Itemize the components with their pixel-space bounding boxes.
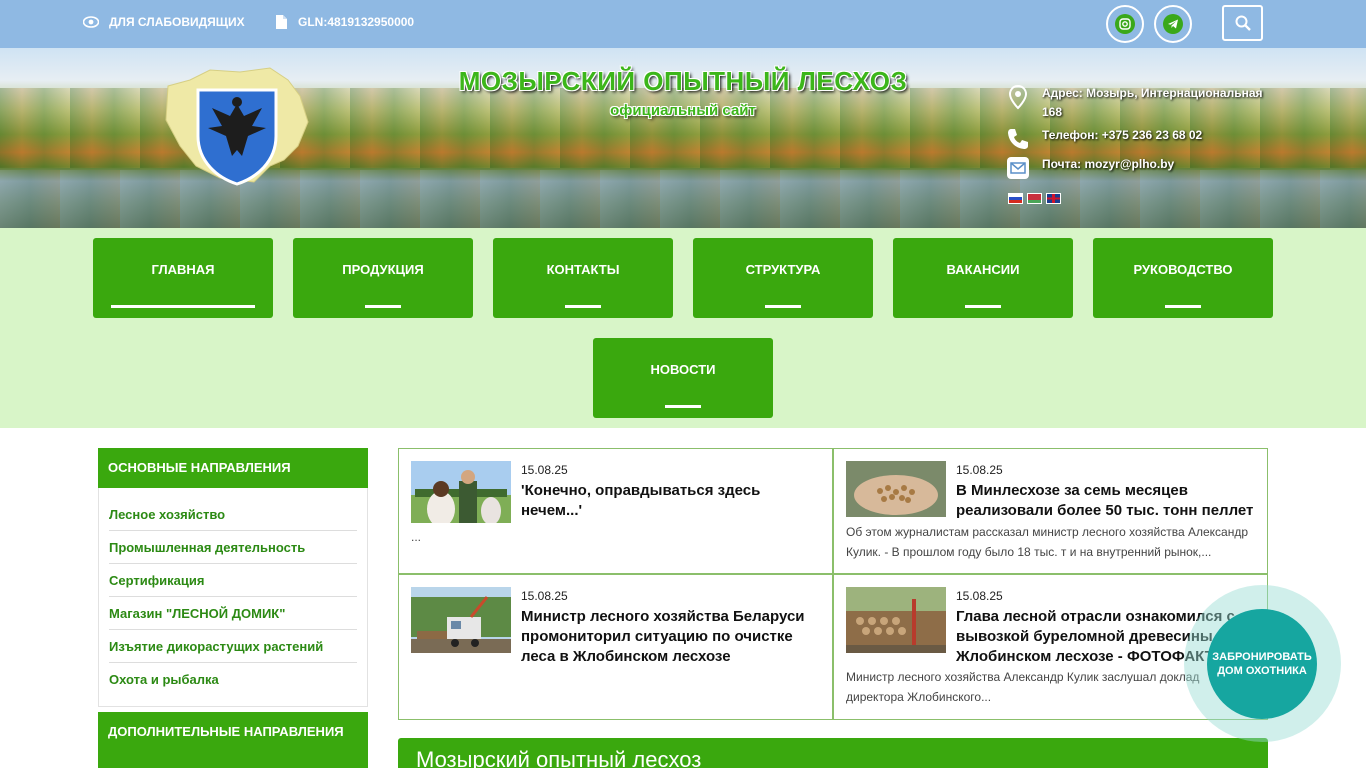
news-photo[interactable]	[411, 461, 511, 523]
accessibility-label: ДЛЯ СЛАБОВИДЯЩИХ	[109, 15, 245, 29]
news-date: 15.08.25	[956, 589, 1003, 603]
section-header: Мозырский опытный лесхоз	[398, 738, 1268, 768]
news-date: 15.08.25	[521, 589, 568, 603]
nav-item-products[interactable]: ПРОДУКЦИЯ	[293, 238, 473, 318]
nav-underline	[765, 305, 801, 308]
news-title[interactable]: Министр лесного хозяйства Беларуси промо…	[521, 607, 821, 667]
search-icon	[1235, 15, 1251, 31]
nav-item-contacts[interactable]: КОНТАКТЫ	[493, 238, 673, 318]
news-date: 15.08.25	[956, 463, 1003, 477]
news-date: 15.08.25	[521, 463, 568, 477]
nav-underline	[565, 305, 601, 308]
phone-text[interactable]: Телефон: +375 236 23 68 02	[1042, 126, 1264, 145]
top-bar: ДЛЯ СЛАБОВИДЯЩИХ GLN:4819132950000	[0, 0, 1366, 48]
nav-underline	[365, 305, 401, 308]
booking-label: ЗАБРОНИРОВАТЬ ДОМ ОХОТНИКА	[1212, 651, 1312, 677]
phone-icon	[1008, 129, 1028, 149]
sidebar-item-hunting-fishing[interactable]: Охота и рыбалка	[109, 663, 357, 696]
nav-active-underline	[111, 305, 255, 308]
location-pin-icon	[1008, 84, 1028, 110]
nav-item-management[interactable]: РУКОВОДСТВО	[1093, 238, 1273, 318]
nav-underline	[665, 405, 701, 408]
sidebar-main-list: Лесное хозяйство Промышленная деятельнос…	[98, 488, 368, 707]
flag-ru-icon[interactable]	[1008, 193, 1023, 204]
flag-en-icon[interactable]	[1046, 193, 1061, 204]
sidebar-item-forestry[interactable]: Лесное хозяйство	[109, 498, 357, 531]
section-title: Мозырский опытный лесхоз	[416, 747, 702, 768]
news-card[interactable]: 15.08.25 'Конечно, оправдываться здесь н…	[398, 448, 833, 574]
instagram-icon	[1115, 14, 1135, 34]
mail-icon	[1007, 157, 1029, 179]
news-photo[interactable]	[411, 587, 511, 653]
accessibility-link[interactable]: ДЛЯ СЛАБОВИДЯЩИХ	[83, 0, 245, 44]
email-text[interactable]: Почта: mozyr@plho.by	[1042, 155, 1264, 174]
nav-item-main[interactable]: ГЛАВНАЯ	[93, 238, 273, 318]
telegram-link[interactable]	[1154, 5, 1192, 43]
sidebar-main-heading: ОСНОВНЫЕ НАПРАВЛЕНИЯ	[98, 448, 368, 488]
nav-underline	[965, 305, 1001, 308]
document-icon	[276, 15, 287, 29]
sidebar-extra-heading: ДОПОЛНИТЕЛЬНЫЕ НАПРАВЛЕНИЯ	[98, 712, 368, 768]
address-text: Адрес: Мозырь, Интернациональная 168	[1042, 86, 1263, 119]
sidebar-item-certification[interactable]: Сертификация	[109, 564, 357, 597]
sidebar-item-wild-plants[interactable]: Изъятие дикорастущих растений	[109, 630, 357, 663]
telegram-icon	[1163, 14, 1183, 34]
news-card[interactable]: 15.08.25 Министр лесного хозяйства Белар…	[398, 574, 833, 720]
news-photo[interactable]	[846, 461, 946, 517]
site-subtitle: официальный сайт	[610, 102, 756, 119]
instagram-link[interactable]	[1106, 5, 1144, 43]
language-switcher	[1008, 193, 1061, 204]
search-button[interactable]	[1222, 5, 1263, 41]
book-hunters-house-button[interactable]: ЗАБРОНИРОВАТЬ ДОМ ОХОТНИКА	[1207, 609, 1317, 719]
news-excerpt: ...	[411, 530, 422, 544]
flag-be-icon[interactable]	[1027, 193, 1042, 204]
sidebar-item-shop[interactable]: Магазин "ЛЕСНОЙ ДОМИК"	[109, 597, 357, 630]
sidebar-item-industry[interactable]: Промышленная деятельность	[109, 531, 357, 564]
news-card[interactable]: 15.08.25 В Минлесхозе за семь месяцев ре…	[833, 448, 1268, 574]
news-title[interactable]: В Минлесхозе за семь месяцев реализовали…	[956, 481, 1256, 521]
gln-info: GLN:4819132950000	[275, 0, 414, 44]
news-title[interactable]: 'Конечно, оправдываться здесь нечем...'	[521, 481, 821, 521]
nav-underline	[1165, 305, 1201, 308]
eye-icon	[83, 16, 99, 28]
site-title[interactable]: МОЗЫРСКИЙ ОПЫТНЫЙ ЛЕСХОЗ	[440, 66, 926, 97]
nav-item-vacancies[interactable]: ВАКАНСИИ	[893, 238, 1073, 318]
news-excerpt: Об этом журналистам рассказал министр ле…	[846, 525, 1249, 559]
nav-item-structure[interactable]: СТРУКТУРА	[693, 238, 873, 318]
site-logo[interactable]	[160, 66, 310, 190]
gln-label: GLN:4819132950000	[298, 15, 415, 29]
nav-item-news[interactable]: НОВОСТИ	[593, 338, 773, 418]
news-photo[interactable]	[846, 587, 946, 653]
